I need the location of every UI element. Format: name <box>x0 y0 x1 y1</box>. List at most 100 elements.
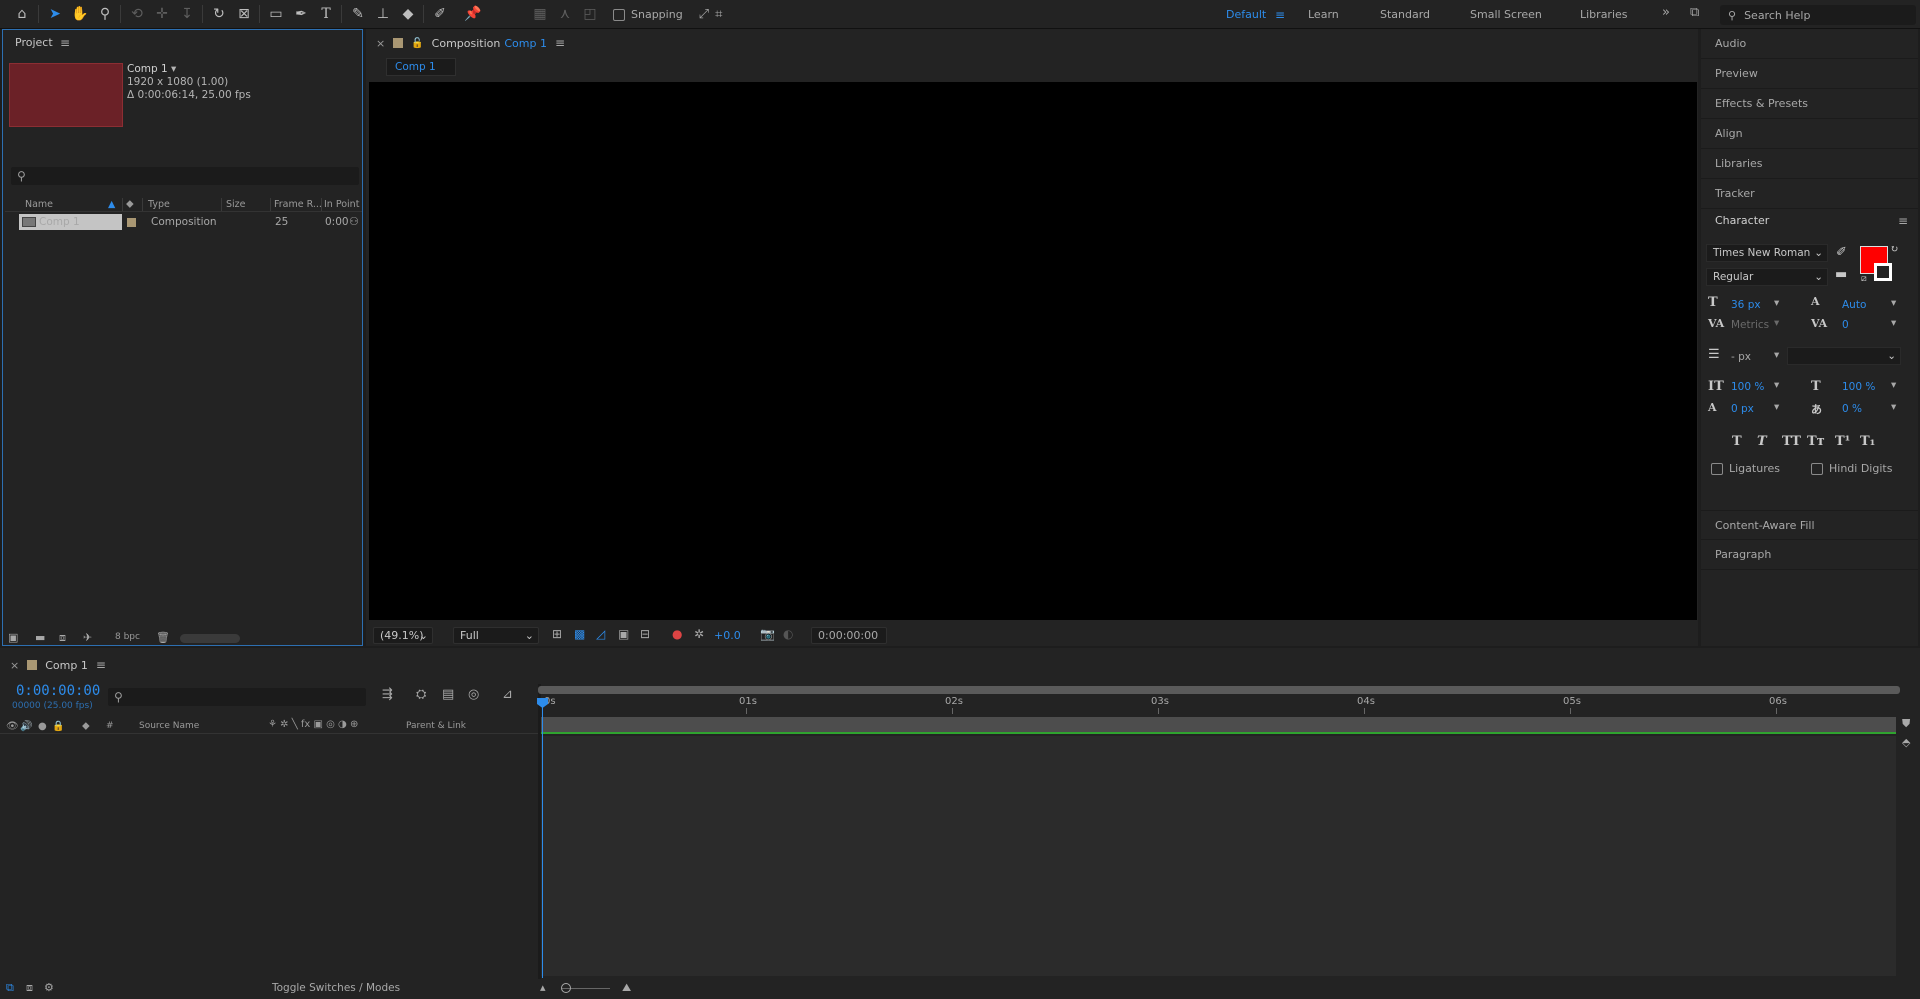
timeline-tracks[interactable] <box>541 736 1896 976</box>
transparency-grid-icon[interactable]: ▩ <box>574 627 585 641</box>
selection-tool-icon[interactable]: ➤ <box>45 4 65 24</box>
comp-navigator-tab[interactable]: Comp 1 <box>386 58 456 76</box>
current-time-field[interactable]: 0:00:00:00 <box>811 627 887 644</box>
magnification-select[interactable]: (49.1%) ⌄ <box>373 627 433 644</box>
panel-preview[interactable]: Preview <box>1701 59 1918 89</box>
ligatures-option[interactable]: Ligatures <box>1711 462 1780 475</box>
column-layer-number[interactable]: # <box>106 721 114 731</box>
all-caps-icon[interactable]: TT <box>1782 434 1801 449</box>
label-color-swatch[interactable] <box>127 218 136 227</box>
superscript-icon[interactable]: T¹ <box>1835 434 1850 449</box>
stroke-width-value[interactable]: - px <box>1731 351 1751 363</box>
eyedropper-icon[interactable]: ✐ <box>1836 245 1847 260</box>
chevron-down-icon[interactable]: ▾ <box>1891 297 1896 309</box>
project-tab[interactable]: Project <box>15 36 53 49</box>
font-family-select[interactable]: Times New Roman ⌄ <box>1706 244 1828 262</box>
panel-tracker[interactable]: Tracker <box>1701 179 1918 209</box>
resolution-select[interactable]: Full ⌄ <box>453 627 539 644</box>
workspace-libraries[interactable]: Libraries <box>1580 8 1628 21</box>
timeline-panel-menu-icon[interactable]: ≡ <box>96 658 106 672</box>
chevron-down-icon[interactable]: ▾ <box>1774 317 1779 329</box>
font-style-select[interactable]: Regular ⌄ <box>1706 268 1828 286</box>
no-fill-icon[interactable]: ⧄ <box>1861 274 1867 284</box>
puppet-pin-tool-icon[interactable]: 📌 <box>463 4 483 24</box>
character-panel-menu-icon[interactable]: ≡ <box>1898 207 1908 235</box>
draft-3d-icon[interactable]: ⛭ <box>416 687 426 702</box>
marker-bin-icon[interactable]: ⛊ <box>1902 717 1910 731</box>
sort-ascending-icon[interactable]: ▲ <box>108 199 115 210</box>
dolly-camera-icon[interactable]: ↧ <box>177 4 197 24</box>
leading-value[interactable]: Auto <box>1842 299 1866 311</box>
time-navigator-bar[interactable] <box>538 686 1900 694</box>
clone-stamp-tool-icon[interactable]: ⊥ <box>373 4 393 24</box>
chevron-down-icon[interactable]: ▾ <box>1891 317 1896 329</box>
workspace-small-screen[interactable]: Small Screen <box>1470 8 1542 21</box>
home-icon[interactable]: ⌂ <box>12 4 32 24</box>
column-source-name[interactable]: Source Name <box>139 721 199 731</box>
exposure-value[interactable]: +0.0 <box>714 629 741 642</box>
orbit-camera-icon[interactable]: ⟲ <box>127 4 147 24</box>
align-to-layer-icon[interactable]: ▦ <box>530 4 550 24</box>
vertical-scale-value[interactable]: 100 % <box>1731 381 1764 393</box>
comp-button-icon[interactable]: ⬘ <box>1902 736 1910 749</box>
faux-italic-icon[interactable]: T <box>1757 434 1767 449</box>
baseline-shift-value[interactable]: 0 px <box>1731 403 1754 415</box>
project-search-input[interactable]: ⚲ <box>11 167 359 185</box>
workspace-switch-icon[interactable]: ⧉ <box>1690 5 1699 20</box>
pen-tool-icon[interactable]: ✒ <box>291 4 311 24</box>
stroke-color-swatch[interactable] <box>1874 263 1892 281</box>
column-in-point[interactable]: In Point <box>324 199 359 210</box>
thumbnail-size-slider[interactable] <box>180 634 240 643</box>
tracking-value[interactable]: 0 <box>1842 319 1849 331</box>
zoom-in-icon[interactable]: ⛰ <box>622 981 631 995</box>
comp-flowchart-icon[interactable]: ⇶ <box>382 687 393 702</box>
zoom-slider-knob[interactable] <box>561 983 571 993</box>
new-composition-icon[interactable]: ⧈ <box>59 631 66 645</box>
pan-behind-tool-icon[interactable]: ⊠ <box>234 4 254 24</box>
interpret-footage-icon[interactable]: ▣ <box>8 631 18 644</box>
search-help-field[interactable]: ⚲ Search Help <box>1720 5 1916 25</box>
rectangle-tool-icon[interactable]: ▭ <box>266 4 286 24</box>
video-toggle-icon[interactable]: 👁 <box>6 721 19 732</box>
fast-previews-icon[interactable]: ⊞ <box>552 627 562 641</box>
panel-content-aware-fill[interactable]: Content-Aware Fill <box>1701 510 1918 540</box>
column-frame-rate[interactable]: Frame R... <box>274 199 322 210</box>
panel-paragraph[interactable]: Paragraph <box>1701 540 1918 570</box>
hindi-digits-checkbox[interactable] <box>1811 462 1823 475</box>
roto-brush-tool-icon[interactable]: ✐ <box>430 4 450 24</box>
render-queue-icon[interactable]: ✈ <box>83 631 92 644</box>
ligatures-checkbox[interactable] <box>1711 462 1723 475</box>
hand-tool-icon[interactable]: ✋ <box>70 4 90 24</box>
chevron-down-icon[interactable]: ▾ <box>171 63 176 75</box>
snapping-checkbox[interactable] <box>613 8 625 21</box>
panel-align[interactable]: Align <box>1701 119 1918 149</box>
chevron-down-icon[interactable]: ▾ <box>1774 297 1779 309</box>
workspace-learn[interactable]: Learn <box>1308 8 1339 21</box>
shy-layers-icon[interactable]: ▤ <box>442 687 454 702</box>
snapshot-camera-icon[interactable]: 📷 <box>760 627 775 641</box>
column-parent-link[interactable]: Parent & Link <box>406 721 466 731</box>
region-of-interest-icon[interactable]: ▣ <box>618 627 629 641</box>
column-type[interactable]: Type <box>148 199 170 210</box>
panel-effects-presets[interactable]: Effects & Presets <box>1701 89 1918 119</box>
layer-list[interactable] <box>0 735 536 976</box>
chevron-down-icon[interactable]: ▾ <box>1774 401 1779 413</box>
snapping-toggle[interactable]: Snapping ⤢ ⌗ <box>613 7 722 22</box>
panel-libraries[interactable]: Libraries <box>1701 149 1918 179</box>
work-area-bar[interactable] <box>541 717 1896 734</box>
mask-visibility-icon[interactable]: ◿ <box>596 627 605 641</box>
axis-icon[interactable]: ⋏ <box>555 4 575 24</box>
timeline-tab[interactable]: × Comp 1 ≡ <box>10 658 106 672</box>
audio-toggle-icon[interactable]: 🔊 <box>20 721 32 732</box>
project-panel-menu-icon[interactable]: ≡ <box>60 36 70 50</box>
current-time-display[interactable]: 0:00:00:00 <box>16 683 100 699</box>
bit-depth-label[interactable]: 8 bpc <box>115 632 140 642</box>
column-name[interactable]: Name <box>25 199 53 210</box>
solo-toggle-icon[interactable]: ● <box>38 721 47 732</box>
flowchart-icon[interactable]: ⚇ <box>349 215 359 228</box>
motion-blur-icon[interactable]: ◎ <box>468 687 479 702</box>
layer-switches-pane-icon[interactable]: ⧉ <box>6 981 14 995</box>
horizontal-scale-value[interactable]: 100 % <box>1842 381 1875 393</box>
chevron-down-icon[interactable]: ▾ <box>1891 379 1896 391</box>
in-out-pane-icon[interactable]: ⚙ <box>44 981 54 994</box>
